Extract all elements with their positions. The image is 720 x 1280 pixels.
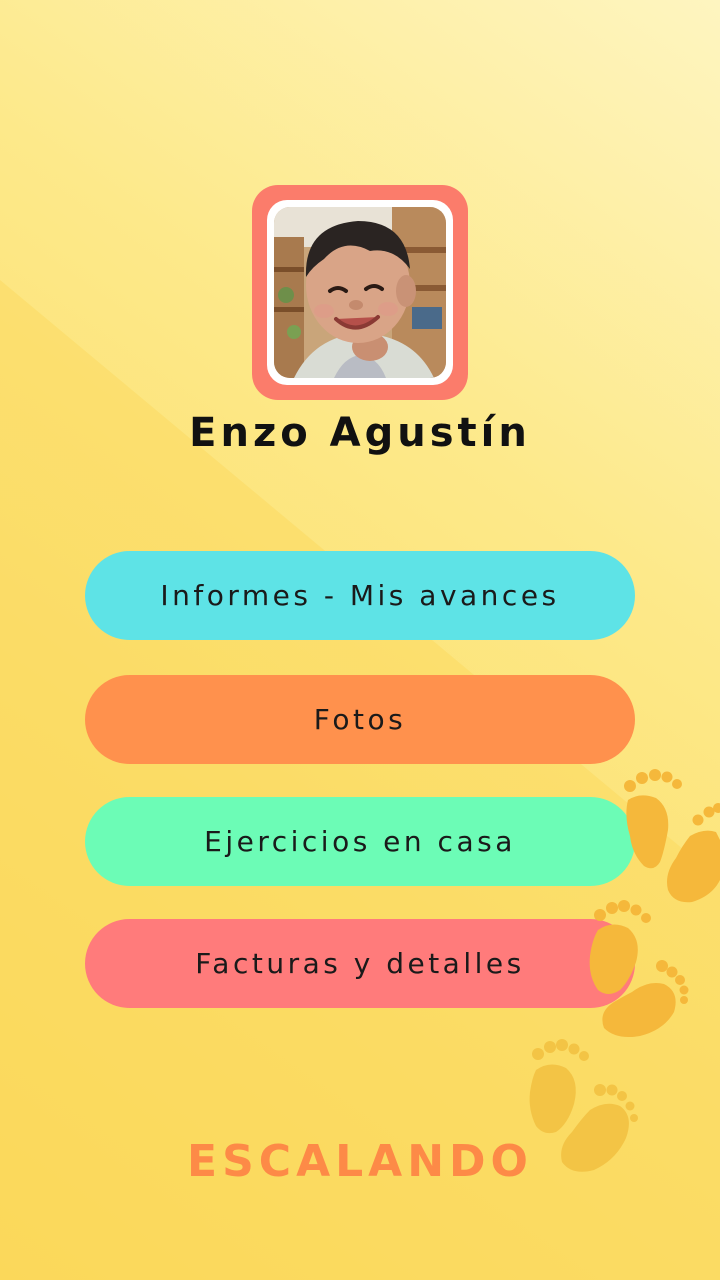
footprints-icon	[624, 769, 720, 903]
reports-progress-button[interactable]: Informes - Mis avances	[85, 551, 635, 640]
photos-button[interactable]: Fotos	[85, 675, 635, 764]
profile-photo-border	[267, 200, 453, 385]
brand-logo-text: ESCALANDO	[187, 1136, 533, 1187]
invoices-details-button[interactable]: Facturas y detalles	[85, 919, 635, 1008]
profile-photo-frame	[252, 185, 468, 400]
profile-photo	[274, 207, 446, 378]
home-exercises-button[interactable]: Ejercicios en casa	[85, 797, 635, 886]
profile-name: Enzo Agustín	[189, 410, 531, 456]
